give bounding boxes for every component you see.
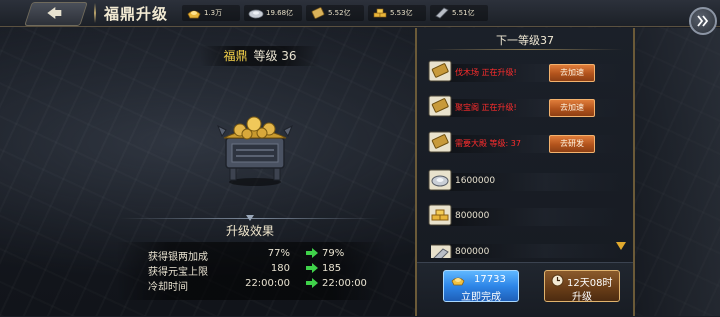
effect-next: 185 xyxy=(322,263,342,274)
scroll-icon xyxy=(311,7,325,19)
requirement-text: 聚宝阁 正在升级! xyxy=(455,103,517,112)
clock-icon xyxy=(551,274,564,287)
top-bar: 福鼎升级 1.3万 19.68亿 5.52亿 5.53亿 5.51亿 xyxy=(0,0,720,27)
requirement-row: 需要大殿 等级: 37 去研发 xyxy=(428,131,621,153)
gold-ingots-icon xyxy=(428,204,452,226)
resource-value: 5.52亿 xyxy=(328,9,351,17)
resource-value: 5.51亿 xyxy=(452,9,475,17)
resource-scroll: 5.52亿 xyxy=(306,5,364,21)
title-separator xyxy=(94,3,96,23)
resource-value: 5.53亿 xyxy=(390,9,413,17)
effect-current: 22:00:00 xyxy=(245,278,290,289)
speedup-button[interactable]: 去加速 xyxy=(549,99,595,117)
requirement-amount: 800000 xyxy=(455,247,490,257)
effects-title-text: 升级效果 xyxy=(225,224,274,238)
arrow-right-icon xyxy=(306,263,318,273)
resource-value: 1.3万 xyxy=(204,9,223,17)
arrow-right-icon xyxy=(306,278,318,288)
arrow-right-icon xyxy=(306,248,318,258)
scroll-down-icon[interactable] xyxy=(616,242,626,250)
instant-complete-button[interactable]: 17733 立即完成 xyxy=(443,270,519,303)
gold-ingots-icon xyxy=(373,8,387,18)
ingot-icon xyxy=(187,10,201,19)
cauldron-icon xyxy=(217,116,293,186)
upgrade-label: 升级 xyxy=(572,292,592,303)
requirement-text: 伐木场 正在升级! xyxy=(455,68,517,77)
requirement-row: 800000 xyxy=(428,204,621,226)
requirement-text: 需要大殿 等级: 37 xyxy=(455,139,521,148)
requirement-row: 800000 xyxy=(431,244,621,258)
item-level: 等级 36 xyxy=(253,49,297,63)
requirement-row: 聚宝阁 正在升级! 去加速 xyxy=(428,95,621,117)
item-title-bar: 福鼎 等级 36 xyxy=(200,46,320,66)
ingot-icon xyxy=(451,277,465,286)
divider-notch-icon xyxy=(246,215,254,221)
effect-row: 获得元宝上限 180 185 xyxy=(116,261,386,278)
requirement-row: 1600000 xyxy=(428,169,621,191)
requirement-row: 伐木场 正在升级! 去加速 xyxy=(428,60,621,82)
effect-next: 79% xyxy=(322,248,345,259)
instant-cost: 17733 xyxy=(474,274,506,285)
effect-current: 77% xyxy=(267,248,290,259)
upgrade-time: 12天08时 xyxy=(567,278,613,289)
silver-icon xyxy=(428,169,452,191)
effect-current: 180 xyxy=(270,263,290,274)
back-button[interactable] xyxy=(24,2,88,26)
resource-gold: 5.53亿 xyxy=(368,5,426,21)
scroll-icon xyxy=(428,60,452,82)
speedup-button[interactable]: 去加速 xyxy=(549,64,595,82)
page-title: 福鼎升级 xyxy=(104,5,169,23)
research-button[interactable]: 去研发 xyxy=(549,135,595,153)
requirement-amount: 1600000 xyxy=(455,176,496,186)
effect-label: 冷却时间 xyxy=(148,282,188,293)
effect-next: 22:00:00 xyxy=(322,278,367,289)
scroll-icon xyxy=(428,131,452,153)
requirement-amount: 800000 xyxy=(455,211,490,221)
effects-title: 升级效果 xyxy=(120,215,380,240)
requirements-title: 下一等级37 xyxy=(496,34,554,47)
resource-ingot: 1.3万 xyxy=(182,5,240,21)
iron-icon xyxy=(431,244,452,258)
scroll-icon xyxy=(428,95,452,117)
instant-label: 立即完成 xyxy=(461,292,501,303)
back-arrow-icon xyxy=(47,7,62,19)
double-chevron-icon xyxy=(697,15,709,27)
item-name: 福鼎 xyxy=(223,49,248,63)
expand-button[interactable] xyxy=(689,7,717,35)
silver-icon xyxy=(248,9,264,19)
iron-icon xyxy=(435,7,449,19)
resource-iron: 5.51亿 xyxy=(430,5,488,21)
upgrade-button[interactable]: 12天08时 升级 xyxy=(544,270,620,303)
resource-value: 19.68亿 xyxy=(266,9,294,17)
effects-table: 获得银两加成 77% 79% 获得元宝上限 180 185 冷却时间 22:00… xyxy=(116,242,386,300)
right-background xyxy=(630,28,720,316)
resource-silver: 19.68亿 xyxy=(244,5,302,21)
title-divider xyxy=(427,49,623,50)
effect-row: 获得银两加成 77% 79% xyxy=(116,246,386,263)
effect-row: 冷却时间 22:00:00 22:00:00 xyxy=(116,276,386,293)
